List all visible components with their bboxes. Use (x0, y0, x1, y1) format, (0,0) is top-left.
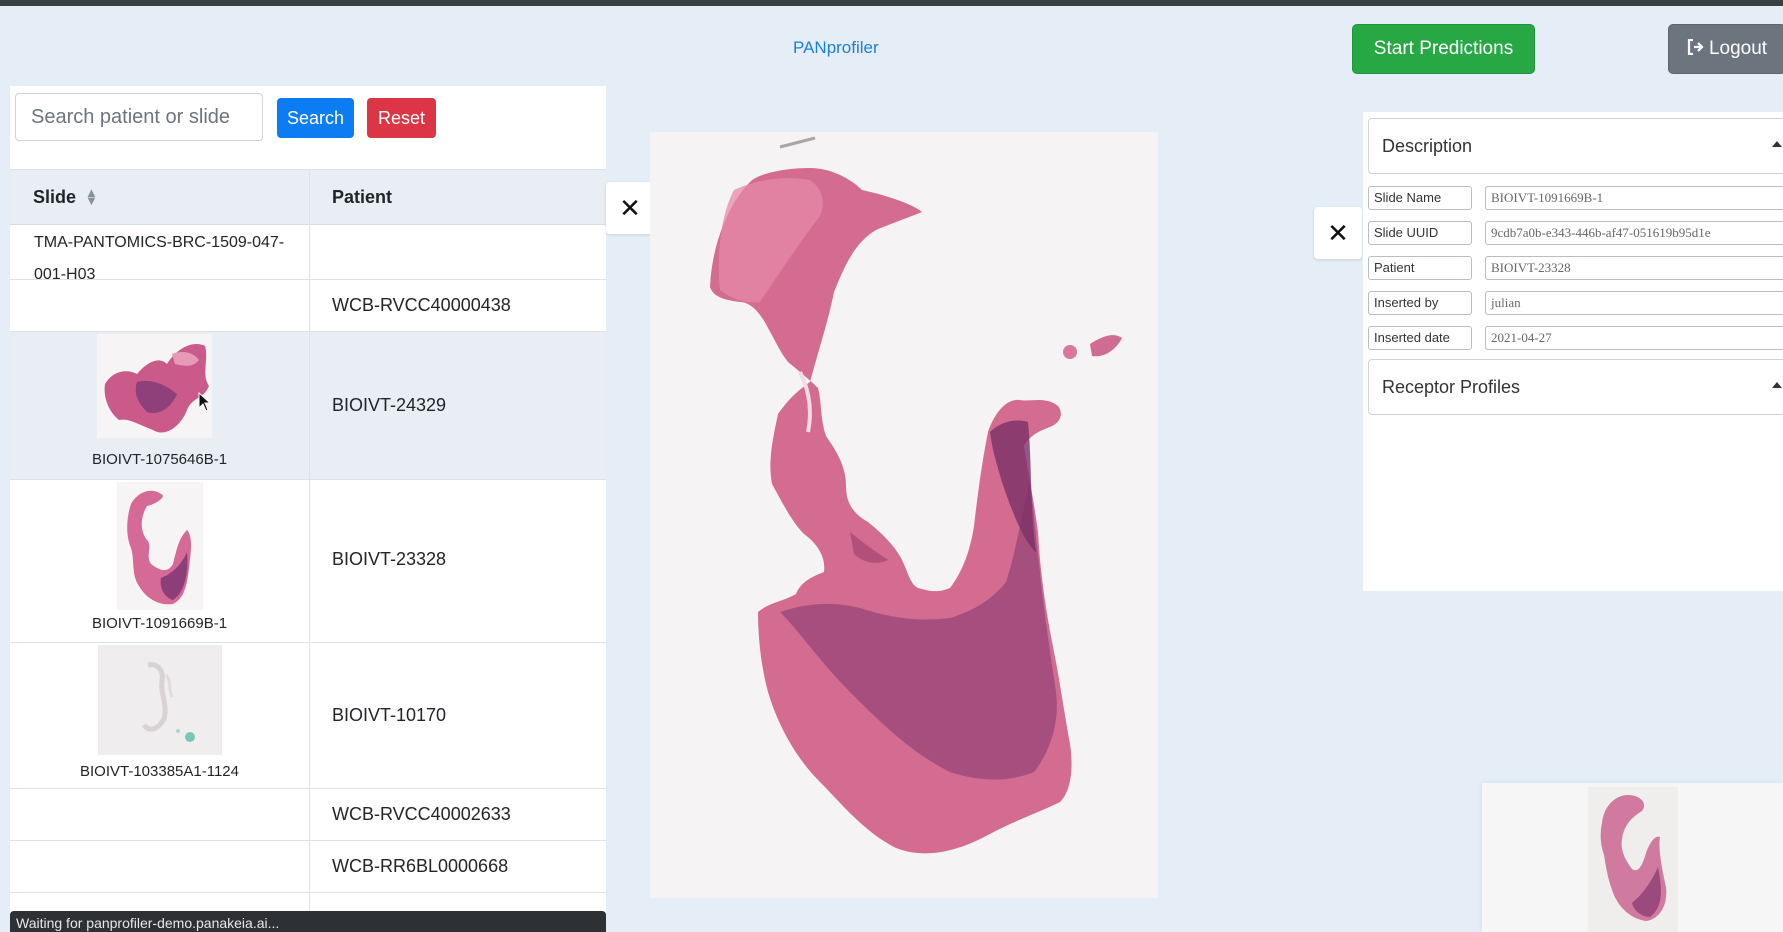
table-row[interactable]: BIOIVT-1091669B-1 BIOIVT-23328 (10, 480, 606, 643)
patient-id: WCB-RVCC40002633 (332, 804, 511, 824)
inserted-by-field[interactable]: julian (1485, 291, 1783, 315)
slide-thumbnail-cell: BIOIVT-1091669B-1 (10, 480, 309, 643)
slide-name-field[interactable]: BIOIVT-1091669B-1 (1485, 186, 1783, 210)
patient-id: WCB-RR6BL0000668 (332, 856, 509, 876)
table-row[interactable]: BIOIVT-1075646B-1 BIOIVT-24329 (10, 332, 606, 480)
table-row[interactable]: TMA-PANTOMICS-BRC-1509-047-001-H03 (10, 223, 606, 283)
slide-thumbnail[interactable] (97, 334, 212, 438)
patient-id: WCB-RVCC40000438 (332, 295, 511, 315)
patient-id: BIOIVT-10170 (332, 705, 447, 725)
property-row: Inserted by julian (1368, 291, 1783, 315)
property-label: Slide Name (1368, 186, 1472, 210)
slide-navigator-minimap[interactable] (1482, 783, 1783, 932)
start-predictions-button[interactable]: Start Predictions (1352, 24, 1535, 74)
column-divider (309, 169, 310, 932)
slide-header-label: Slide (33, 186, 77, 207)
app-brand[interactable]: PANprofiler (793, 38, 879, 58)
property-label: Slide UUID (1368, 221, 1472, 245)
slide-image[interactable] (650, 132, 1158, 898)
property-row: Slide UUID 9cdb7a0b-e343-446b-af47-05161… (1368, 221, 1783, 245)
slide-list-panel: Search Reset Slide ▲▼ Patient TMA-PANTOM… (10, 86, 606, 932)
patient-field[interactable]: BIOIVT-23328 (1485, 256, 1783, 280)
logout-label: Logout (1708, 38, 1768, 59)
minimap-image[interactable] (1482, 783, 1783, 932)
property-row: Inserted date 2021-04-27 (1368, 326, 1783, 350)
property-label: Inserted date (1368, 326, 1472, 350)
sign-out-icon (1687, 38, 1705, 60)
patient-id: BIOIVT-23328 (332, 549, 447, 569)
logout-button[interactable]: Logout (1668, 24, 1783, 74)
slide-column-header[interactable]: Slide ▲ ▼ (33, 170, 98, 224)
slide-thumbnail[interactable] (98, 645, 222, 755)
caret-up-icon (1772, 141, 1782, 147)
search-button[interactable]: Search (277, 98, 354, 138)
search-input[interactable] (15, 93, 263, 141)
table-row[interactable]: WCB-RVCC40002633 (10, 789, 606, 841)
receptor-profiles-title: Receptor Profiles (1382, 376, 1521, 397)
table-row[interactable]: WCB-RR6BL0000668 (10, 841, 606, 893)
close-icon: ✕ (619, 192, 641, 223)
patient-column-header: Patient (332, 186, 393, 207)
slide-uuid-field[interactable]: 9cdb7a0b-e343-446b-af47-051619b95d1e (1485, 221, 1783, 245)
window-top-border (0, 0, 1783, 6)
slide-name: BIOIVT-1091669B-1 (91, 615, 228, 632)
table-row[interactable]: BIOIVT-103385A1-1124 BIOIVT-10170 (10, 643, 606, 789)
property-label: Patient (1368, 256, 1472, 280)
patient-id: BIOIVT-24329 (332, 395, 447, 415)
slide-thumbnail[interactable] (117, 482, 203, 610)
slide-name: BIOIVT-1075646B-1 (91, 451, 228, 468)
receptor-profiles-accordion-header[interactable]: Receptor Profiles (1368, 359, 1783, 415)
close-details-button[interactable]: ✕ (1314, 207, 1362, 259)
slide-thumbnail-cell: BIOIVT-103385A1-1124 (10, 643, 309, 789)
slide-thumbnail-cell: BIOIVT-1075646B-1 (10, 332, 309, 480)
property-row: Slide Name BIOIVT-1091669B-1 (1368, 186, 1783, 210)
details-panel: Description Slide Name BIOIVT-1091669B-1… (1363, 112, 1783, 591)
description-title: Description (1382, 135, 1473, 156)
slide-viewer[interactable] (650, 132, 1158, 898)
browser-status-bar: Waiting for panprofiler-demo.panakeia.ai… (10, 911, 606, 932)
caret-up-icon (1772, 382, 1782, 388)
slide-name: BIOIVT-103385A1-1124 (80, 763, 239, 780)
sort-icon[interactable]: ▲ ▼ (85, 186, 98, 207)
inserted-date-field[interactable]: 2021-04-27 (1485, 326, 1783, 350)
table-header: Slide ▲ ▼ Patient (10, 169, 606, 225)
table-row[interactable]: WCB-RVCC40000438 (10, 280, 606, 332)
close-slide-list-button[interactable]: ✕ (606, 182, 654, 234)
reset-button[interactable]: Reset (367, 98, 436, 138)
description-accordion-header[interactable]: Description (1368, 118, 1783, 174)
property-row: Patient BIOIVT-23328 (1368, 256, 1783, 280)
property-label: Inserted by (1368, 291, 1472, 315)
close-icon: ✕ (1327, 217, 1349, 248)
mouse-cursor-icon (198, 392, 212, 412)
